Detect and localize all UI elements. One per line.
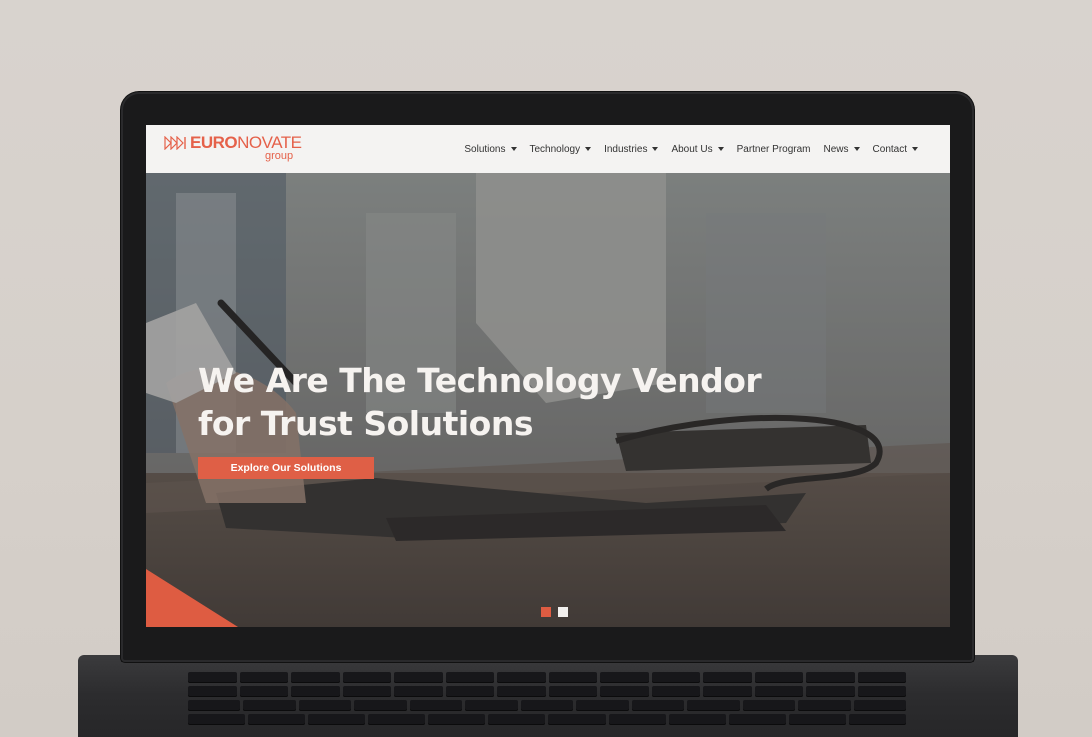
caret-down-icon bbox=[912, 147, 918, 151]
nav-item-label: About Us bbox=[671, 143, 713, 155]
nav-item-technology[interactable]: Technology bbox=[530, 144, 592, 155]
nav-item-partner-program[interactable]: Partner Program bbox=[737, 144, 811, 155]
hero-title-line-1: We Are The Technology Vendor bbox=[198, 361, 762, 400]
nav-item-contact[interactable]: Contact bbox=[873, 144, 918, 155]
caret-down-icon bbox=[510, 147, 517, 151]
key-row bbox=[188, 714, 906, 725]
brand-name-bold: EURO bbox=[190, 133, 238, 152]
nav-item-industries[interactable]: Industries bbox=[604, 143, 659, 155]
caret-down-icon bbox=[652, 147, 659, 151]
brand-logo[interactable]: EURONOVATE group bbox=[164, 133, 304, 163]
nav-item-solutions[interactable]: Solutions bbox=[464, 143, 517, 155]
fast-forward-icon bbox=[164, 136, 186, 150]
key-row bbox=[188, 672, 906, 683]
keyboard bbox=[188, 670, 907, 737]
caret-down-icon bbox=[853, 147, 860, 151]
nav-item-news[interactable]: News bbox=[824, 144, 860, 155]
nav-item-label: Contact bbox=[872, 143, 907, 155]
nav-item-label: News bbox=[823, 143, 849, 155]
main-nav: Solutions Technology Industries About Us… bbox=[464, 125, 918, 173]
slide-dot-1[interactable] bbox=[541, 607, 551, 617]
slider-pagination bbox=[541, 607, 568, 617]
key-row bbox=[188, 686, 906, 697]
nav-item-label: Industries bbox=[604, 143, 648, 155]
photo-scene: EURONOVATE group Solutions Technology In… bbox=[0, 0, 1092, 737]
nav-item-label: Technology bbox=[529, 143, 581, 155]
site-header: EURONOVATE group Solutions Technology In… bbox=[146, 125, 950, 173]
nav-item-label: Solutions bbox=[464, 143, 506, 155]
browser-viewport: EURONOVATE group Solutions Technology In… bbox=[146, 125, 950, 627]
hero-title: We Are The Technology Vendor for Trust S… bbox=[198, 359, 838, 445]
caret-down-icon bbox=[717, 147, 724, 151]
nav-item-label: Partner Program bbox=[736, 143, 811, 155]
slide-dot-2[interactable] bbox=[558, 607, 568, 617]
key-row bbox=[188, 700, 907, 711]
hero-title-line-2: for Trust Solutions bbox=[198, 404, 534, 443]
brand-subline: group bbox=[265, 150, 294, 162]
nav-item-about-us[interactable]: About Us bbox=[671, 143, 724, 155]
hero-slider: We Are The Technology Vendor for Trust S… bbox=[146, 173, 950, 627]
explore-solutions-button[interactable]: Explore Our Solutions bbox=[198, 457, 374, 479]
caret-down-icon bbox=[585, 147, 592, 151]
accent-triangle bbox=[146, 569, 238, 627]
